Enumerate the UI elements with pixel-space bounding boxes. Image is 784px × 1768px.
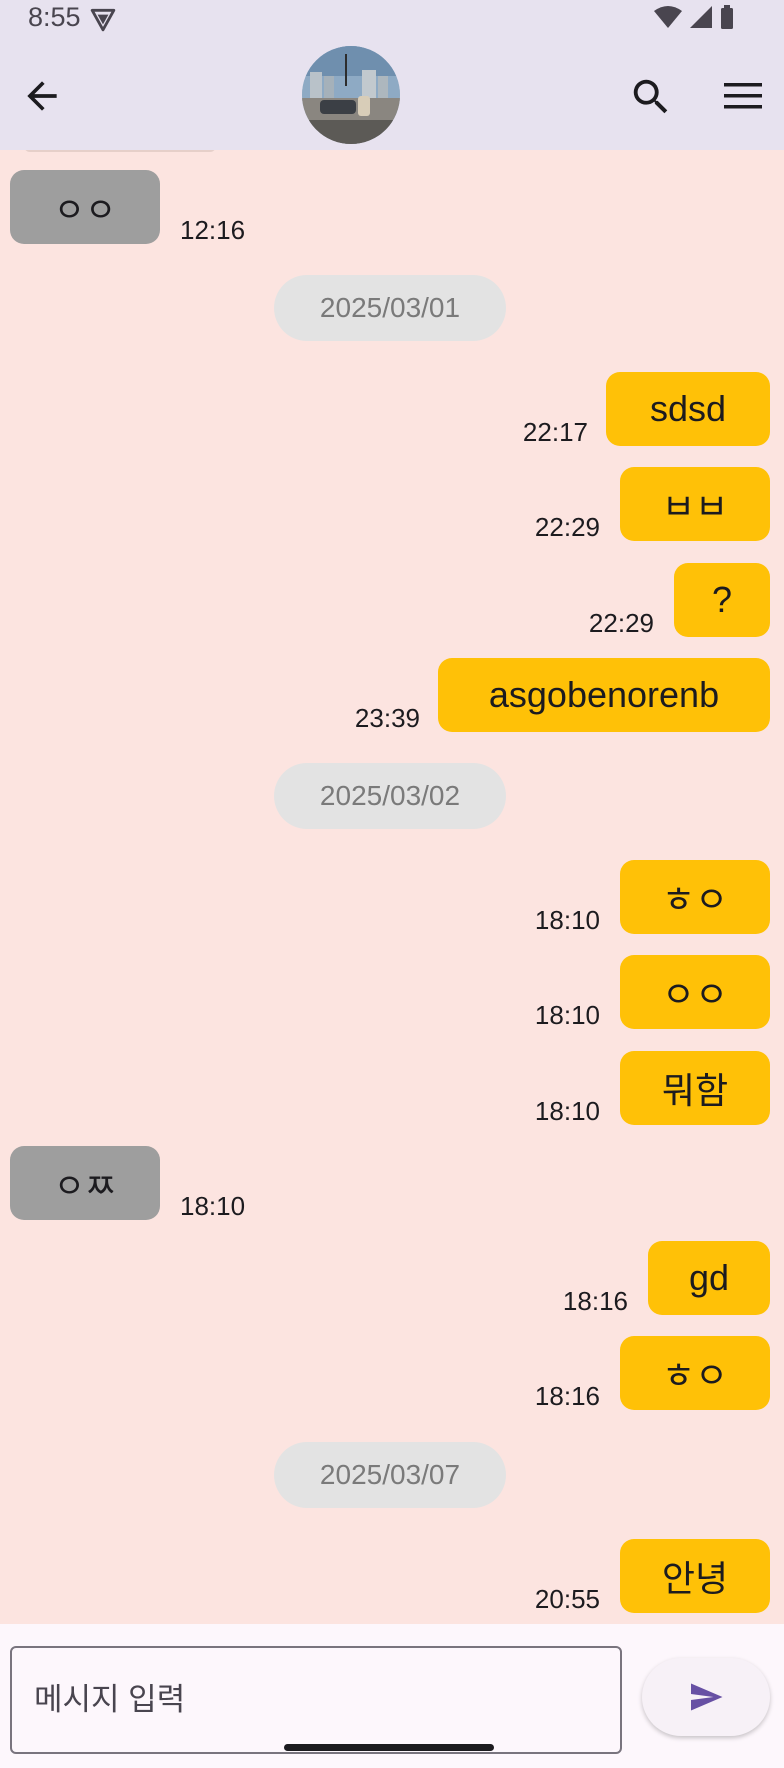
home-indicator: [284, 1744, 494, 1751]
outgoing-message-bubble[interactable]: ㅎㅇ: [620, 860, 770, 934]
menu-icon: [724, 83, 762, 109]
outgoing-message-bubble[interactable]: sdsd: [606, 372, 770, 446]
message-row-outgoing: 23:39 asgobenorenb: [0, 658, 784, 734]
app-bar: [0, 36, 784, 150]
message-time: 18:10: [534, 905, 600, 935]
message-time: 18:10: [180, 1191, 246, 1221]
message-input[interactable]: [10, 1646, 622, 1754]
outgoing-message-bubble[interactable]: 뭐함: [620, 1051, 770, 1125]
message-row-outgoing: 18:16 gd: [0, 1241, 784, 1317]
incoming-message-bubble[interactable]: ㅇㅉ: [10, 1146, 160, 1220]
status-bar: 8:55: [0, 0, 784, 36]
message-time: 22:29: [588, 608, 654, 638]
message-time: 12:16: [180, 215, 246, 245]
wifi-icon: [654, 6, 683, 28]
message-time: 18:10: [534, 1096, 600, 1126]
message-time: 23:39: [354, 703, 420, 733]
outgoing-message-bubble[interactable]: 안녕: [620, 1539, 770, 1613]
outgoing-message-bubble[interactable]: gd: [648, 1241, 770, 1315]
avatar[interactable]: [302, 46, 400, 144]
date-separator: 2025/03/07: [274, 1442, 506, 1508]
status-icons: [653, 4, 736, 35]
search-icon: [633, 79, 668, 114]
vpn-icon: [90, 8, 116, 32]
status-time: 8:55: [28, 2, 81, 32]
date-separator: 2025/03/02: [274, 763, 506, 829]
battery-icon: [721, 5, 733, 29]
menu-button[interactable]: [722, 78, 764, 114]
message-row-outgoing: 18:10 ㅇㅇ: [0, 955, 784, 1031]
message-row-outgoing: 22:29 ㅂㅂ: [0, 467, 784, 543]
message-row-outgoing: 18:16 ㅎㅇ: [0, 1336, 784, 1412]
message-row-incoming: ㅇㅉ 18:10: [0, 1146, 784, 1224]
message-row-outgoing: 20:55 안녕: [0, 1539, 784, 1615]
previous-message-edge: [24, 150, 216, 152]
outgoing-message-bubble[interactable]: ㅎㅇ: [620, 1336, 770, 1410]
outgoing-message-bubble[interactable]: ?: [674, 563, 770, 637]
back-button[interactable]: [20, 74, 70, 118]
message-row-outgoing: 18:10 뭐함: [0, 1051, 784, 1127]
message-time: 18:16: [534, 1381, 600, 1411]
message-time: 18:10: [534, 1000, 600, 1030]
message-time: 20:55: [534, 1584, 600, 1614]
send-icon: [691, 1683, 723, 1711]
message-time: 22:29: [534, 512, 600, 542]
message-time: 22:17: [522, 417, 588, 447]
outgoing-message-bubble[interactable]: ㅂㅂ: [620, 467, 770, 541]
message-time: 18:16: [562, 1286, 628, 1316]
outgoing-message-bubble[interactable]: ㅇㅇ: [620, 955, 770, 1029]
message-row-incoming: ㅇㅇ 12:16: [0, 170, 784, 248]
outgoing-message-bubble[interactable]: asgobenorenb: [438, 658, 770, 732]
date-separator: 2025/03/01: [274, 275, 506, 341]
incoming-message-bubble[interactable]: ㅇㅇ: [10, 170, 160, 244]
arrow-back-icon: [27, 81, 57, 111]
message-row-outgoing: 18:10 ㅎㅇ: [0, 860, 784, 936]
cell-signal-icon: [689, 6, 712, 28]
search-button[interactable]: [628, 74, 674, 120]
send-button[interactable]: [642, 1658, 770, 1736]
profile-photo: [302, 46, 400, 144]
message-row-outgoing: 22:29 ?: [0, 563, 784, 639]
message-row-outgoing: 22:17 sdsd: [0, 372, 784, 448]
chat-message-list[interactable]: ㅇㅇ 12:16 2025/03/01 22:17 sdsd 22:29 ㅂㅂ …: [0, 150, 784, 1624]
